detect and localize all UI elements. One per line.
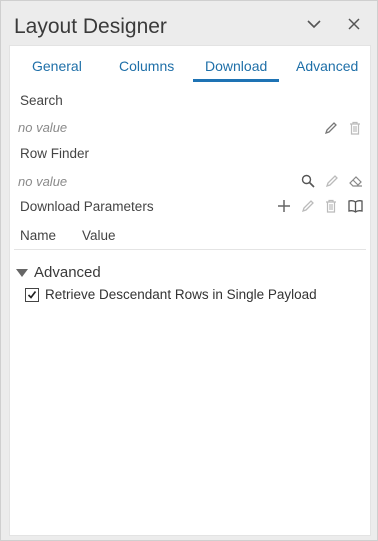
- retrieve-descendants-label[interactable]: Retrieve Descendant Rows in Single Paylo…: [45, 287, 317, 302]
- search-icon[interactable]: [300, 173, 316, 189]
- tab-download[interactable]: Download: [192, 58, 280, 82]
- column-header-name[interactable]: Name: [20, 228, 56, 243]
- retrieve-descendants-option: Retrieve Descendant Rows in Single Paylo…: [25, 287, 317, 302]
- tab-advanced[interactable]: Advanced: [296, 58, 358, 74]
- column-header-value[interactable]: Value: [82, 228, 116, 243]
- search-label: Search: [20, 93, 63, 108]
- download-parameters-label: Download Parameters: [20, 199, 154, 214]
- panel-content: General Columns Download Advanced Search…: [9, 45, 371, 536]
- close-icon[interactable]: [345, 15, 363, 33]
- title-bar-actions: [305, 15, 363, 33]
- search-value: no value: [18, 120, 68, 135]
- layout-designer-panel: Layout Designer General Columns Download…: [0, 0, 378, 541]
- panel-title: Layout Designer: [14, 15, 167, 38]
- row-finder-value: no value: [18, 174, 68, 189]
- row-finder-label: Row Finder: [20, 146, 90, 161]
- pencil-icon[interactable]: [300, 198, 316, 214]
- plus-icon[interactable]: [276, 198, 292, 214]
- checkmark-icon: [27, 290, 37, 299]
- advanced-section-toggle[interactable]: Advanced: [16, 264, 101, 281]
- eraser-icon[interactable]: [348, 173, 364, 189]
- pencil-icon[interactable]: [323, 120, 339, 136]
- tab-general[interactable]: General: [32, 58, 82, 74]
- trash-icon[interactable]: [323, 198, 339, 214]
- table-divider: [14, 249, 366, 250]
- triangle-down-icon: [16, 268, 28, 277]
- tab-columns[interactable]: Columns: [119, 58, 174, 74]
- tab-bar: General Columns Download Advanced: [10, 46, 370, 82]
- book-icon[interactable]: [347, 198, 363, 214]
- pencil-icon[interactable]: [324, 173, 340, 189]
- trash-icon[interactable]: [347, 120, 363, 136]
- chevron-down-icon[interactable]: [305, 15, 323, 33]
- retrieve-descendants-checkbox[interactable]: [25, 287, 39, 302]
- advanced-section-title: Advanced: [34, 264, 101, 281]
